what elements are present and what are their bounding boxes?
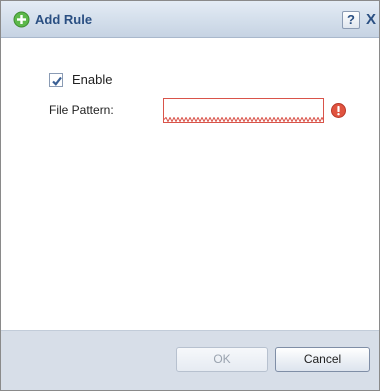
help-icon[interactable]: ? bbox=[342, 11, 360, 29]
enable-label[interactable]: Enable bbox=[72, 72, 112, 88]
dialog-title: Add Rule bbox=[35, 12, 93, 27]
close-icon[interactable]: X bbox=[362, 11, 380, 29]
validation-squiggle bbox=[164, 117, 323, 122]
file-pattern-label: File Pattern: bbox=[49, 103, 114, 117]
add-circle-icon bbox=[13, 11, 30, 28]
enable-checkbox[interactable] bbox=[49, 73, 63, 87]
ok-button[interactable]: OK bbox=[176, 347, 268, 372]
error-icon[interactable] bbox=[331, 103, 346, 118]
checkmark-icon bbox=[52, 76, 62, 86]
cancel-button[interactable]: Cancel bbox=[275, 347, 370, 372]
add-rule-dialog: Add Rule ? X Enable File Pattern: OK Can… bbox=[0, 0, 380, 391]
dialog-titlebar[interactable]: Add Rule ? X bbox=[1, 1, 379, 38]
